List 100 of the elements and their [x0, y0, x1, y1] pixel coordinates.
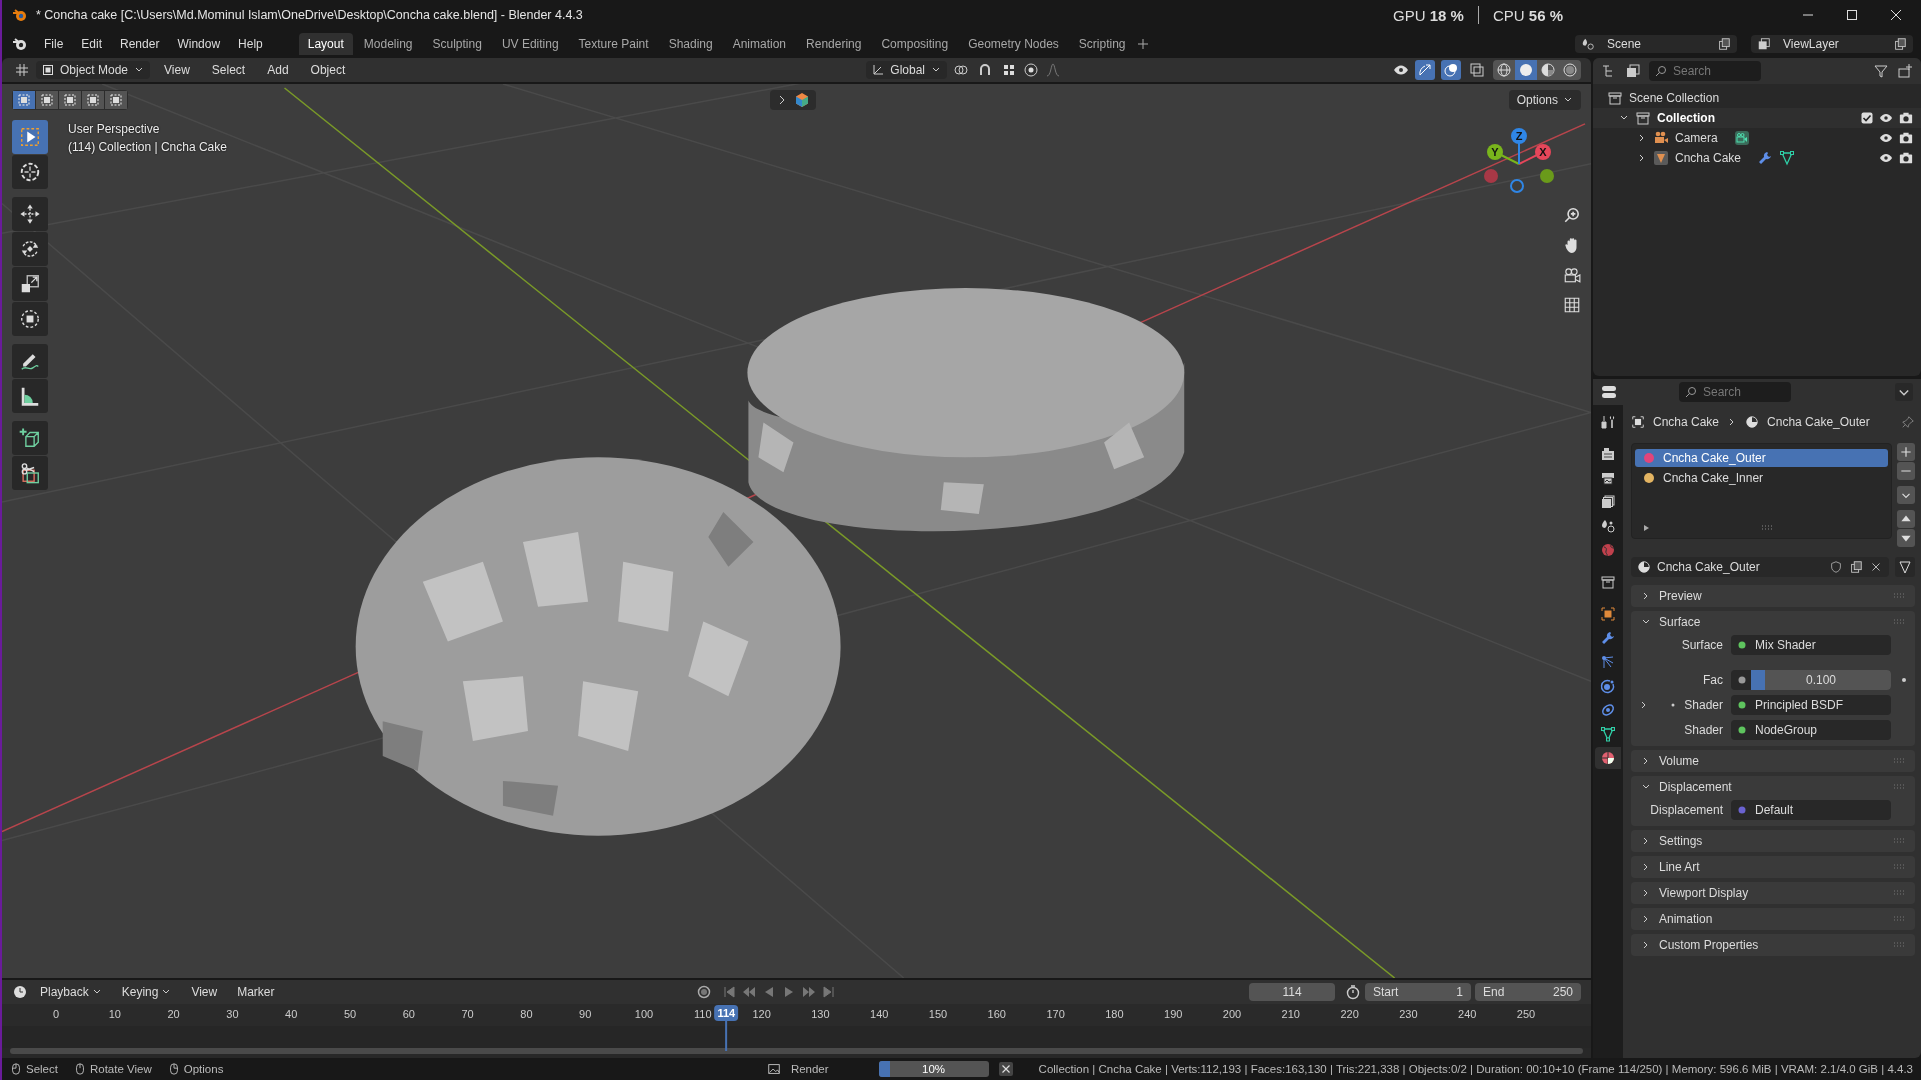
close-icon[interactable] [1889, 8, 1903, 22]
copy-icon[interactable] [1893, 37, 1907, 51]
logo-icon[interactable] [12, 36, 28, 52]
selection-mode-icon[interactable] [82, 91, 104, 109]
remove-icon[interactable] [1897, 462, 1915, 480]
material-slot[interactable]: Cncha Cake_Inner [1635, 469, 1888, 487]
axis-handle[interactable]: Z [1511, 128, 1527, 165]
mode-dropdown[interactable]: Object Mode [36, 61, 151, 79]
drag-grip-icon[interactable] [1893, 593, 1905, 599]
scrollbar[interactable] [10, 1048, 1583, 1054]
panel-header[interactable]: Viewport Display [1631, 882, 1915, 904]
add-icon[interactable] [1897, 443, 1915, 461]
workspace-tab[interactable]: Compositing [872, 33, 958, 55]
jump-start-icon[interactable] [721, 985, 736, 999]
drag-grip-icon[interactable] [1893, 890, 1905, 896]
eye-icon[interactable] [1879, 131, 1893, 145]
camera-icon[interactable] [1733, 130, 1750, 146]
view-layer-selector[interactable]: ViewLayer [1751, 35, 1913, 53]
search-field[interactable]: Search [1679, 382, 1791, 402]
menu-item[interactable]: Marker [229, 982, 283, 1002]
wrench-icon[interactable] [1757, 150, 1774, 166]
gizmo-toggle-icon[interactable] [1415, 60, 1435, 80]
selection-mode-icon[interactable] [36, 91, 58, 109]
move-down-icon[interactable] [1897, 529, 1915, 547]
dropdown-caret-icon[interactable] [1897, 486, 1915, 504]
copy-icon[interactable] [1717, 37, 1731, 51]
panel-header[interactable]: Surface [1631, 611, 1915, 633]
workspace-tab[interactable]: Texture Paint [569, 33, 658, 55]
shield-icon[interactable] [1829, 560, 1843, 574]
selection-mode-icon[interactable] [13, 91, 35, 109]
camera-icon[interactable] [1899, 151, 1913, 165]
select-box-tool[interactable] [12, 120, 48, 154]
menu-item[interactable]: View [183, 982, 226, 1002]
camera-icon[interactable] [1899, 111, 1913, 125]
panel-header[interactable]: Preview [1631, 585, 1915, 607]
shader-socket-field[interactable]: Principled BSDF [1731, 695, 1891, 715]
play-icon[interactable] [1641, 523, 1651, 533]
sphere-tab[interactable] [1595, 747, 1621, 769]
dropdown-caret-icon[interactable] [1895, 383, 1913, 401]
move-up-icon[interactable] [1897, 510, 1915, 528]
record-icon[interactable] [695, 984, 712, 1000]
cursor-tool[interactable] [12, 155, 48, 189]
previous-keyframe-icon[interactable] [741, 985, 756, 999]
start-frame-field[interactable]: Start 1 [1365, 983, 1471, 1001]
menu-item[interactable]: File [36, 34, 72, 54]
resize-grip-icon[interactable] [1760, 525, 1773, 531]
next-keyframe-icon[interactable] [801, 985, 816, 999]
checkbox[interactable] [1861, 112, 1873, 124]
grid-dots-icon[interactable] [1001, 62, 1017, 78]
images-icon[interactable] [1625, 63, 1641, 79]
clock-icon[interactable] [12, 984, 28, 1000]
cube-icon[interactable] [794, 92, 810, 108]
axis-handle[interactable]: Y [1487, 144, 1520, 165]
menu-item[interactable]: Keying [113, 982, 180, 1002]
maximize-icon[interactable] [1845, 8, 1859, 22]
drag-grip-icon[interactable] [1893, 619, 1905, 625]
menu-item[interactable]: View [156, 60, 198, 80]
panel-header[interactable]: Settings [1631, 830, 1915, 852]
move-tool[interactable] [12, 197, 48, 231]
outliner-item[interactable]: Collection [1657, 111, 1715, 125]
drag-grip-icon[interactable] [1893, 784, 1905, 790]
workspace-tab[interactable]: Animation [723, 33, 796, 55]
workspace-tab[interactable]: Scripting [1069, 33, 1135, 55]
pivot-icon[interactable] [953, 62, 969, 78]
current-frame-field[interactable]: 114 [1249, 983, 1335, 1001]
workspace-tab[interactable]: Modeling [354, 33, 422, 55]
workspace-tab[interactable]: Geometry Nodes [959, 33, 1068, 55]
add-cube-tool[interactable] [12, 421, 48, 455]
menu-item[interactable]: Object [302, 60, 354, 80]
menu-item[interactable]: Edit [73, 34, 111, 54]
new-collection-icon[interactable] [1897, 63, 1913, 79]
orientation-dropdown[interactable]: Global [866, 61, 947, 79]
jump-end-icon[interactable] [821, 985, 836, 999]
drag-grip-icon[interactable] [1893, 838, 1905, 844]
negative-axis-handle[interactable] [1484, 169, 1498, 183]
negative-axis-handle[interactable] [1510, 179, 1524, 193]
image-icon[interactable] [766, 1062, 781, 1076]
search-field[interactable]: Search [1649, 61, 1761, 81]
xray-icon[interactable] [1467, 60, 1487, 80]
zoom-icon[interactable] [1563, 206, 1581, 224]
triangle-icon[interactable] [1779, 150, 1796, 166]
scene-selector[interactable]: Scene [1575, 35, 1737, 53]
close-icon[interactable] [998, 1062, 1013, 1076]
options-dropdown[interactable]: Options [1508, 90, 1581, 110]
menu-item[interactable]: Add [259, 60, 297, 80]
editor-type-icon[interactable] [1601, 384, 1617, 400]
workspace-tab[interactable]: Shading [659, 33, 722, 55]
drag-grip-icon[interactable] [1893, 942, 1905, 948]
panel-header[interactable]: Animation [1631, 908, 1915, 930]
panel-header[interactable]: Displacement [1631, 776, 1915, 798]
workspace-tab[interactable]: UV Editing [492, 33, 568, 55]
camera-icon[interactable] [1899, 131, 1913, 145]
end-frame-field[interactable]: End 250 [1475, 983, 1581, 1001]
drag-grip-icon[interactable] [1893, 916, 1905, 922]
pin-icon[interactable] [1901, 415, 1915, 429]
editor-type-icon[interactable] [14, 62, 30, 78]
stopwatch-icon[interactable] [1345, 984, 1361, 1000]
negative-axis-handle[interactable] [1540, 169, 1554, 183]
eye-icon[interactable] [1879, 151, 1893, 165]
workspace-tab[interactable]: Rendering [797, 33, 871, 55]
